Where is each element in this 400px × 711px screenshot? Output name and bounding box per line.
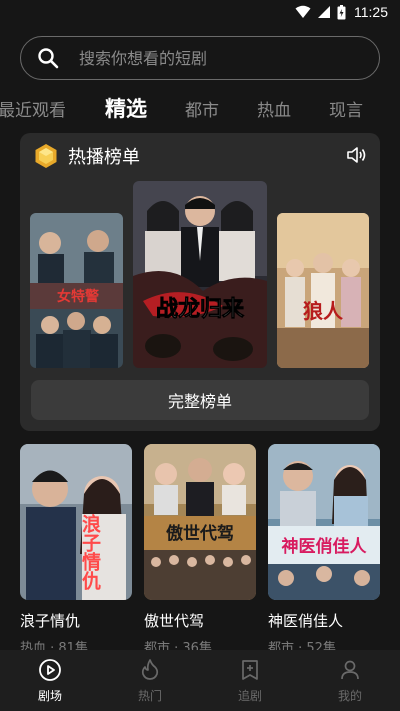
drama-cover[interactable]: 傲世代驾 <box>144 444 256 600</box>
drama-cover[interactable]: 神医俏佳人 <box>268 444 380 600</box>
status-time: 11:25 <box>354 4 388 20</box>
nav-profile[interactable]: 我的 <box>300 650 400 711</box>
tab-action[interactable]: 热血 <box>257 96 291 121</box>
cover-title-art: 浪子情仇 <box>79 513 101 591</box>
nav-follow[interactable]: 追剧 <box>200 650 300 711</box>
search-input[interactable] <box>79 48 339 68</box>
nav-label: 剧场 <box>37 689 62 703</box>
nav-label: 追剧 <box>237 689 262 703</box>
cover-title-art: 傲世代驾 <box>166 523 234 544</box>
nav-label: 热门 <box>137 689 162 703</box>
signal-icon <box>317 5 331 19</box>
person-icon <box>338 658 362 682</box>
wifi-icon <box>295 5 311 19</box>
full-ranking-button[interactable]: 完整榜单 <box>31 380 369 420</box>
search-bar[interactable] <box>20 36 380 80</box>
nav-label: 我的 <box>337 689 362 703</box>
drama-title: 神医俏佳人 <box>268 612 344 630</box>
hexagon-badge-icon <box>34 143 58 169</box>
category-tabs: 最近观看 精选 都市 热血 现言 <box>0 92 400 124</box>
ranking-card: 热播榜单 女特警 战龙归来 狼人 完整榜单 <box>20 133 380 431</box>
bookmark-add-icon <box>238 658 262 682</box>
battery-icon <box>337 4 346 20</box>
drama-title: 浪子情仇 <box>20 612 81 630</box>
poster-title-art: 女特警 <box>57 288 99 305</box>
tab-featured[interactable]: 精选 <box>105 93 147 123</box>
ranking-poster[interactable]: 狼人 <box>277 213 369 368</box>
drama-card[interactable]: 浪子情仇 浪子情仇 热血 · 81集 <box>20 444 132 656</box>
drama-card[interactable]: 傲世代驾 傲世代驾 都市 · 36集 <box>144 444 256 656</box>
poster-title-art: 狼人 <box>303 299 344 323</box>
tab-recent[interactable]: 最近观看 <box>0 96 66 121</box>
tab-urban[interactable]: 都市 <box>185 96 219 121</box>
ranking-poster[interactable]: 女特警 <box>30 213 123 368</box>
speaker-icon[interactable] <box>346 145 368 165</box>
drama-title: 傲世代驾 <box>144 612 205 630</box>
search-icon <box>37 47 59 69</box>
nav-hot[interactable]: 热门 <box>100 650 200 711</box>
flame-icon <box>138 658 162 682</box>
bottom-nav: 剧场 热门 追剧 我的 <box>0 650 400 711</box>
ranking-poster-featured[interactable]: 战龙归来 <box>133 181 267 368</box>
play-circle-icon <box>38 658 62 682</box>
drama-card[interactable]: 神医俏佳人 神医俏佳人 都市 · 52集 <box>268 444 380 656</box>
cover-title-art: 神医俏佳人 <box>282 536 368 557</box>
drama-cover[interactable]: 浪子情仇 <box>20 444 132 600</box>
nav-theater[interactable]: 剧场 <box>0 650 100 711</box>
poster-title-art: 战龙归来 <box>156 296 245 322</box>
ranking-title: 热播榜单 <box>68 147 140 168</box>
status-bar: 11:25 <box>0 0 400 24</box>
tab-romance[interactable]: 现言 <box>329 96 363 121</box>
ranking-header: 热播榜单 <box>34 143 140 169</box>
